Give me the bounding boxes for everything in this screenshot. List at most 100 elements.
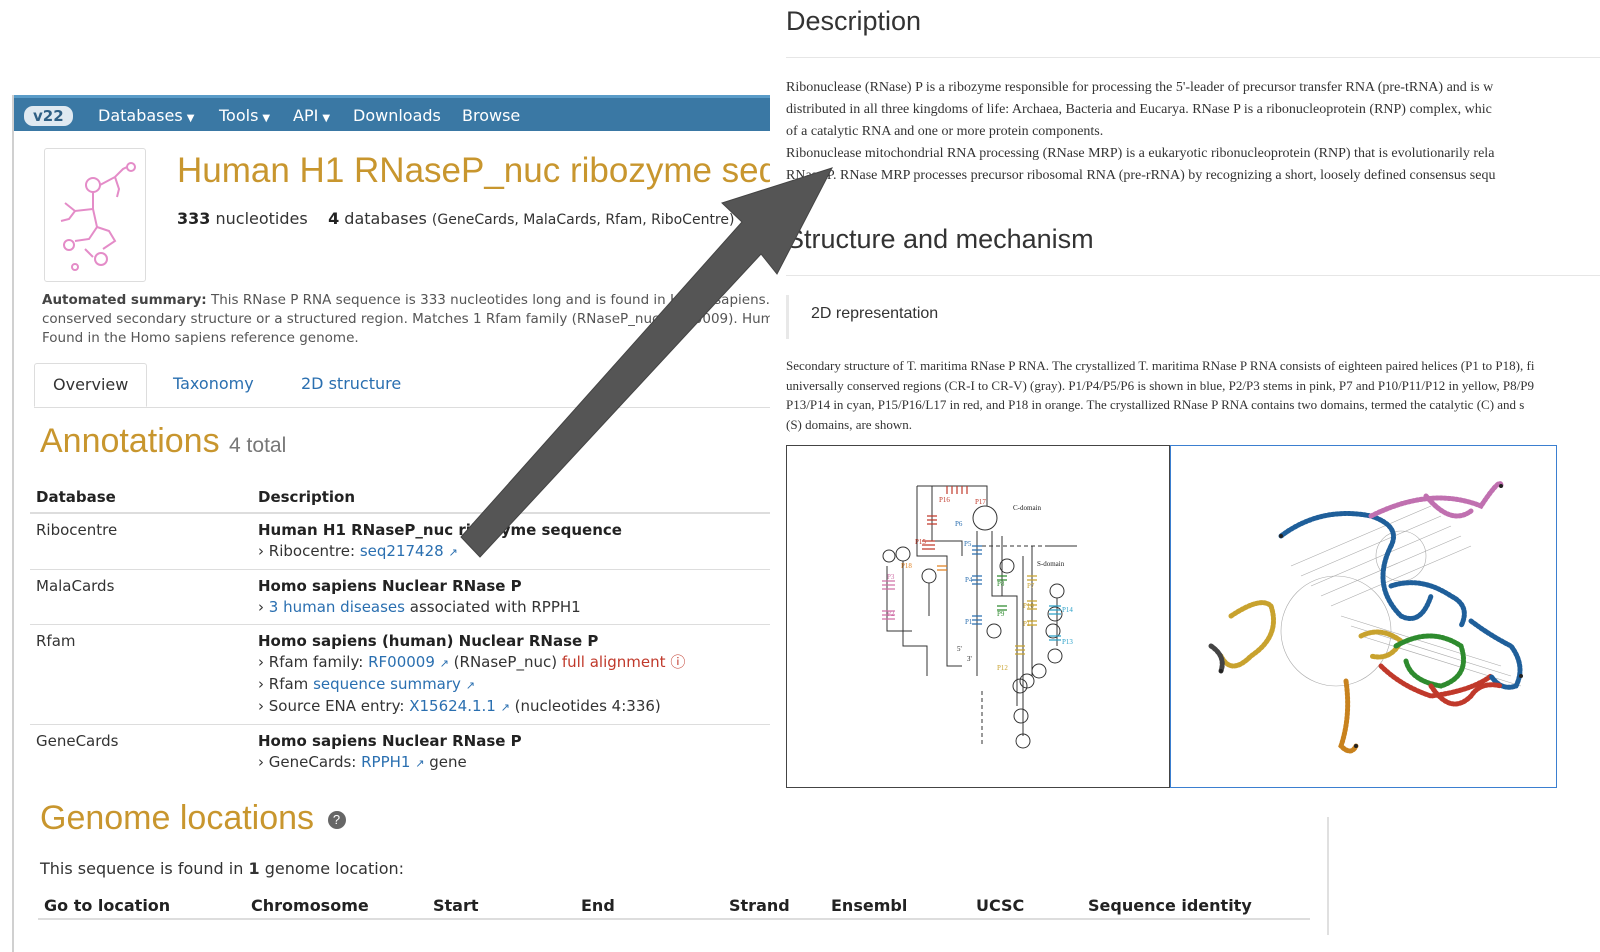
databases-label: databases	[344, 209, 427, 228]
helix-label-p15: P15	[915, 538, 926, 546]
table-row: GeneCards Homo sapiens Nuclear RNase P ›…	[30, 724, 787, 780]
annotation-detail: › Rfam sequence summary ↗	[258, 675, 475, 693]
summary-label: Automated summary:	[42, 292, 207, 308]
nav-databases[interactable]: Databases ▼	[98, 106, 194, 125]
section-tabs: Overview Taxonomy 2D structure	[34, 363, 787, 408]
info-icon[interactable]: ⓘ	[670, 653, 685, 671]
annotations-heading: Annotations 4 total	[40, 422, 286, 461]
genome-locations-heading: Genome locations ?	[40, 799, 346, 838]
panel-divider	[1327, 817, 1329, 935]
version-badge[interactable]: v22	[24, 106, 73, 126]
genome-locations-title: Genome locations	[40, 799, 315, 837]
genome-location-count: 1	[248, 859, 260, 878]
annotation-title: Homo sapiens Nuclear RNase P	[258, 577, 522, 595]
column-header-ensembl: Ensembl	[831, 896, 908, 915]
helix-label-p12: P12	[997, 664, 1008, 672]
external-link-icon: ↗	[500, 701, 510, 714]
secondary-structure-diagram[interactable]: P16 P17 P15 P18 P6 P5 P4 P1 P8 P9 P7 P10…	[786, 445, 1170, 788]
column-header-start: Start	[433, 896, 479, 915]
representation-panel-header[interactable]: 2D representation	[786, 295, 1600, 339]
nav-tools[interactable]: Tools ▼	[219, 106, 270, 125]
helix-label-p2: P2	[887, 610, 895, 618]
automated-summary: Automated summary: This RNase P RNA sequ…	[42, 291, 787, 348]
tab-2d-structure[interactable]: 2D structure	[283, 363, 419, 407]
caption-line: (S) domains, are shown.	[786, 416, 913, 432]
helix-label-p7: P7	[1027, 582, 1035, 590]
sequence-summary-link[interactable]: sequence summary	[313, 675, 461, 693]
table-header-row: Go to location Chromosome Start End Stra…	[38, 893, 1310, 919]
annotations-count: 4 total	[229, 434, 287, 457]
database-cell: Rfam	[30, 624, 252, 725]
table-row: Ribocentre Human H1 RNaseP_nuc ribozyme …	[30, 512, 787, 570]
annotation-detail: › 3 human diseases associated with RPPH1	[258, 598, 581, 616]
annotation-detail: › GeneCards: RPPH1 ↗ gene	[258, 753, 467, 771]
external-link-icon: ↗	[448, 546, 458, 559]
column-header-strand: Strand	[729, 896, 790, 915]
tab-overview[interactable]: Overview	[34, 363, 148, 407]
database-count: 4	[328, 209, 340, 228]
summary-line-3: Found in the Homo sapiens reference geno…	[42, 330, 359, 346]
detail-text: (RNaseP_nuc)	[453, 653, 558, 671]
external-link-icon: ↗	[415, 757, 425, 770]
nav-databases-label: Databases	[98, 106, 183, 125]
nav-api-label: API	[293, 106, 319, 125]
ena-entry-link[interactable]: X15624.1.1	[409, 697, 496, 715]
description-line: of a catalytic RNA and one or more prote…	[786, 124, 1104, 139]
column-header-ucsc: UCSC	[976, 896, 1025, 915]
helix-label-p1: P1	[965, 618, 973, 626]
caption-line: universally conserved regions (CR-I to C…	[786, 377, 1534, 393]
ribocentre-link[interactable]: seq217428	[360, 542, 444, 560]
representation-label: 2D representation	[811, 305, 939, 322]
full-alignment-link[interactable]: full alignment	[562, 653, 666, 671]
summary-line-1: This RNase P RNA sequence is 333 nucleot…	[210, 292, 770, 308]
c-domain-label: C-domain	[1013, 504, 1041, 512]
helix-label-p16: P16	[939, 496, 950, 504]
nucleotide-count: 333	[177, 209, 211, 228]
summary-line-2: conserved secondary structure or a struc…	[42, 311, 774, 327]
detail-text: (nucleotides 4:336)	[514, 697, 661, 715]
nav-api[interactable]: API ▼	[293, 106, 330, 125]
five-prime-label: 5'	[957, 645, 962, 653]
caret-down-icon: ▼	[186, 113, 195, 124]
human-diseases-link[interactable]: 3 human diseases	[269, 598, 405, 616]
annotation-title: Human H1 RNaseP_nuc ribozyme sequence	[258, 521, 622, 539]
nav-tools-label: Tools	[219, 106, 259, 125]
structure-heading: Structure and mechanism	[786, 224, 1094, 254]
column-header-end: End	[581, 896, 615, 915]
nav-downloads[interactable]: Downloads	[353, 106, 441, 125]
nucleotides-label: nucleotides	[215, 209, 308, 228]
detail-label: Ribocentre:	[268, 542, 356, 560]
detail-label: Source ENA entry:	[268, 697, 405, 715]
nav-browse[interactable]: Browse	[462, 106, 520, 125]
database-cell: Ribocentre	[30, 512, 252, 570]
annotation-detail: › Ribocentre: seq217428 ↗	[258, 542, 458, 560]
rfam-panel: Description Ribonuclease (RNase) P is a …	[770, 0, 1600, 810]
caption-line: P13/P14 in cyan, P15/P16/L17 in red, and…	[786, 397, 1525, 412]
rna-thumbnail-icon	[60, 162, 136, 271]
help-icon[interactable]: ?	[327, 811, 346, 830]
helix-label-p3: P3	[887, 573, 895, 581]
tab-taxonomy[interactable]: Taxonomy	[155, 363, 272, 407]
annotation-title: Homo sapiens Nuclear RNase P	[258, 732, 522, 750]
helix-label-p5: P5	[964, 540, 972, 548]
annotation-title: Homo sapiens (human) Nuclear RNase P	[258, 632, 599, 650]
description-text: Ribonuclease (RNase) P is a ribozyme res…	[786, 77, 1600, 187]
column-header-description: Description	[252, 482, 787, 514]
genecards-link[interactable]: RPPH1	[361, 753, 410, 771]
detail-label: GeneCards:	[268, 753, 357, 771]
description-line: distributed in all three kingdoms of lif…	[786, 102, 1492, 117]
rna-structure-thumbnail[interactable]	[44, 148, 146, 282]
annotation-detail: › Rfam family: RF00009 ↗ (RNaseP_nuc) fu…	[258, 653, 686, 671]
description-cell: Homo sapiens (human) Nuclear RNase P › R…	[252, 624, 787, 725]
description-line: RNase P. RNase MRP processes precursor r…	[786, 168, 1496, 183]
genome-text-suffix: genome location:	[264, 859, 405, 878]
rna-3d-structure-image[interactable]	[1170, 445, 1557, 788]
caption-line: Secondary structure of T. maritima RNase…	[786, 358, 1535, 373]
column-header-database: Database	[30, 482, 252, 514]
caret-down-icon: ▼	[322, 113, 331, 124]
detail-text: gene	[429, 753, 467, 771]
column-header-go-to-location: Go to location	[44, 896, 171, 915]
rfam-family-link[interactable]: RF00009	[368, 653, 435, 671]
column-header-sequence-identity: Sequence identity	[1088, 896, 1252, 915]
genome-location-summary: This sequence is found in 1 genome locat…	[40, 859, 404, 878]
